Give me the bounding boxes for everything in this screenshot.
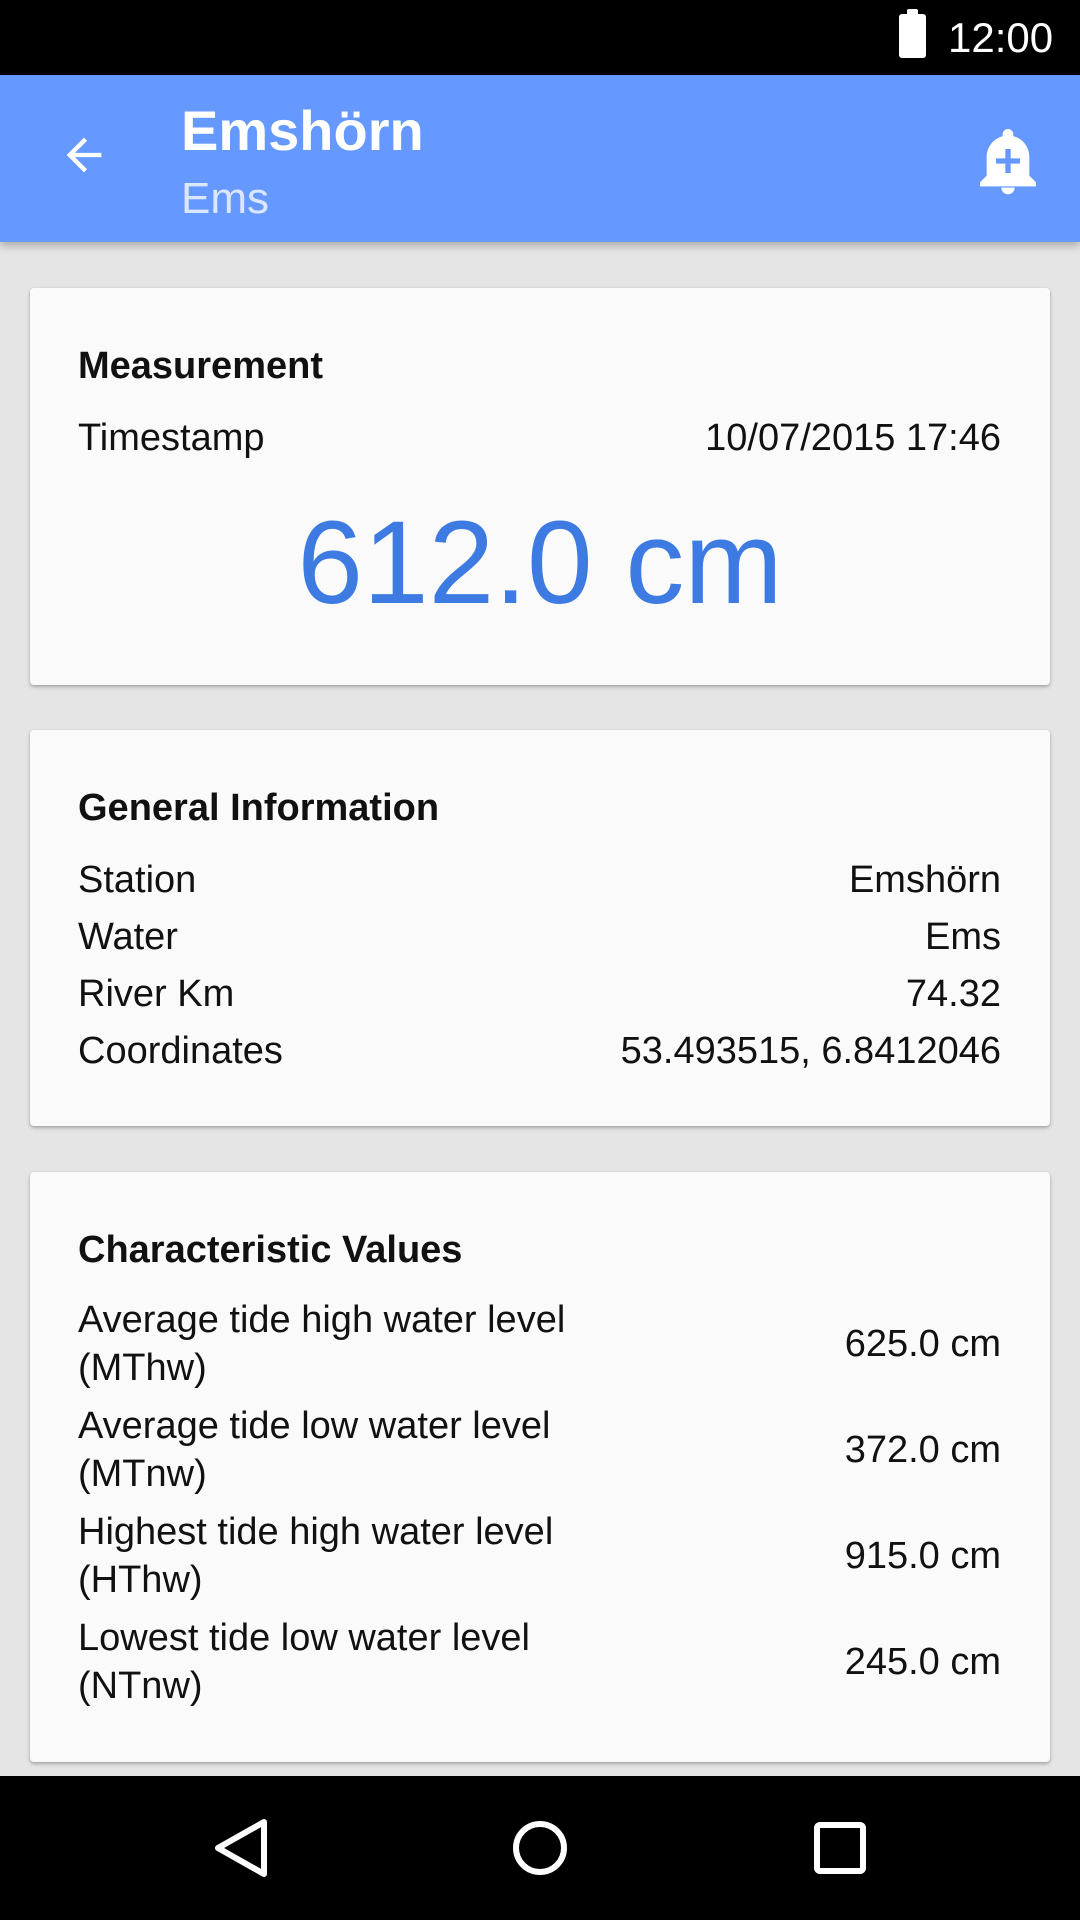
- info-row-label: Station: [78, 859, 197, 901]
- nav-back-button[interactable]: [200, 1808, 280, 1888]
- general-information-card: General Information Station Emshörn Wate…: [30, 730, 1050, 1126]
- page-title: Emshörn: [181, 99, 424, 162]
- characteristic-label: Average tide low water level (MTnw): [78, 1405, 551, 1495]
- arrow-back-icon: [66, 137, 102, 173]
- info-row-value: Ems: [925, 916, 1001, 958]
- nav-home-button[interactable]: [500, 1808, 580, 1888]
- characteristic-label: Average tide high water level (MThw): [78, 1299, 566, 1389]
- info-row-label: Water: [78, 916, 178, 958]
- characteristic-label: Lowest tide low water level (NTnw): [78, 1617, 530, 1707]
- characteristic-value: 915.0 cm: [844, 1535, 1001, 1577]
- characteristic-values-card: Characteristic Values Average tide high …: [30, 1172, 1050, 1762]
- characteristic-values-heading: Characteristic Values: [78, 1229, 463, 1271]
- info-row-river-km: River Km 74.32: [78, 970, 1001, 1018]
- general-information-heading: General Information: [78, 787, 440, 829]
- info-row-label: Coordinates: [78, 1030, 283, 1072]
- characteristic-value: 625.0 cm: [844, 1323, 1001, 1365]
- info-row-value: 53.493515, 6.8412046: [620, 1030, 1001, 1072]
- characteristic-row-ntnw: Lowest tide low water level (NTnw) 245.0…: [78, 1612, 1001, 1712]
- timestamp-row: Timestamp 10/07/2015 17:46: [78, 414, 1001, 462]
- system-navigation-bar: [0, 1776, 1080, 1920]
- characteristic-value: 372.0 cm: [844, 1429, 1001, 1471]
- characteristic-label: Highest tide high water level (HThw): [78, 1511, 554, 1601]
- page-subtitle: Ems: [181, 174, 269, 223]
- back-button[interactable]: [46, 117, 122, 193]
- nav-recents-square-icon: [814, 1822, 866, 1874]
- info-row-coordinates: Coordinates 53.493515, 6.8412046: [78, 1027, 1001, 1075]
- measurement-heading: Measurement: [78, 345, 323, 387]
- nav-recents-button[interactable]: [800, 1808, 880, 1888]
- timestamp-value: 10/07/2015 17:46: [705, 417, 1001, 459]
- info-row-water: Water Ems: [78, 913, 1001, 961]
- app-bar: Emshörn Ems: [0, 75, 1080, 242]
- characteristic-row-mtnw: Average tide low water level (MTnw) 372.…: [78, 1400, 1001, 1500]
- battery-full-icon: [899, 9, 926, 58]
- info-row-value: 74.32: [905, 973, 1001, 1015]
- status-clock: 12:00: [948, 14, 1054, 61]
- measurement-card: Measurement Timestamp 10/07/2015 17:46 6…: [30, 288, 1050, 685]
- info-row-label: River Km: [78, 973, 235, 1015]
- characteristic-row-hthw: Highest tide high water level (HThw) 915…: [78, 1506, 1001, 1606]
- add-alarm-bell-icon: [980, 129, 1036, 195]
- measurement-value: 612.0 cm: [297, 497, 783, 629]
- timestamp-label: Timestamp: [78, 417, 265, 459]
- nav-home-circle-icon: [513, 1821, 567, 1875]
- info-row-station: Station Emshörn: [78, 856, 1001, 904]
- info-row-value: Emshörn: [848, 859, 1001, 901]
- add-alarm-button[interactable]: [970, 121, 1046, 201]
- characteristic-value: 245.0 cm: [844, 1641, 1001, 1683]
- nav-back-triangle-icon: [215, 1819, 267, 1877]
- status-bar: 12:00: [0, 0, 1080, 75]
- characteristic-row-mthw: Average tide high water level (MThw) 625…: [78, 1294, 1001, 1394]
